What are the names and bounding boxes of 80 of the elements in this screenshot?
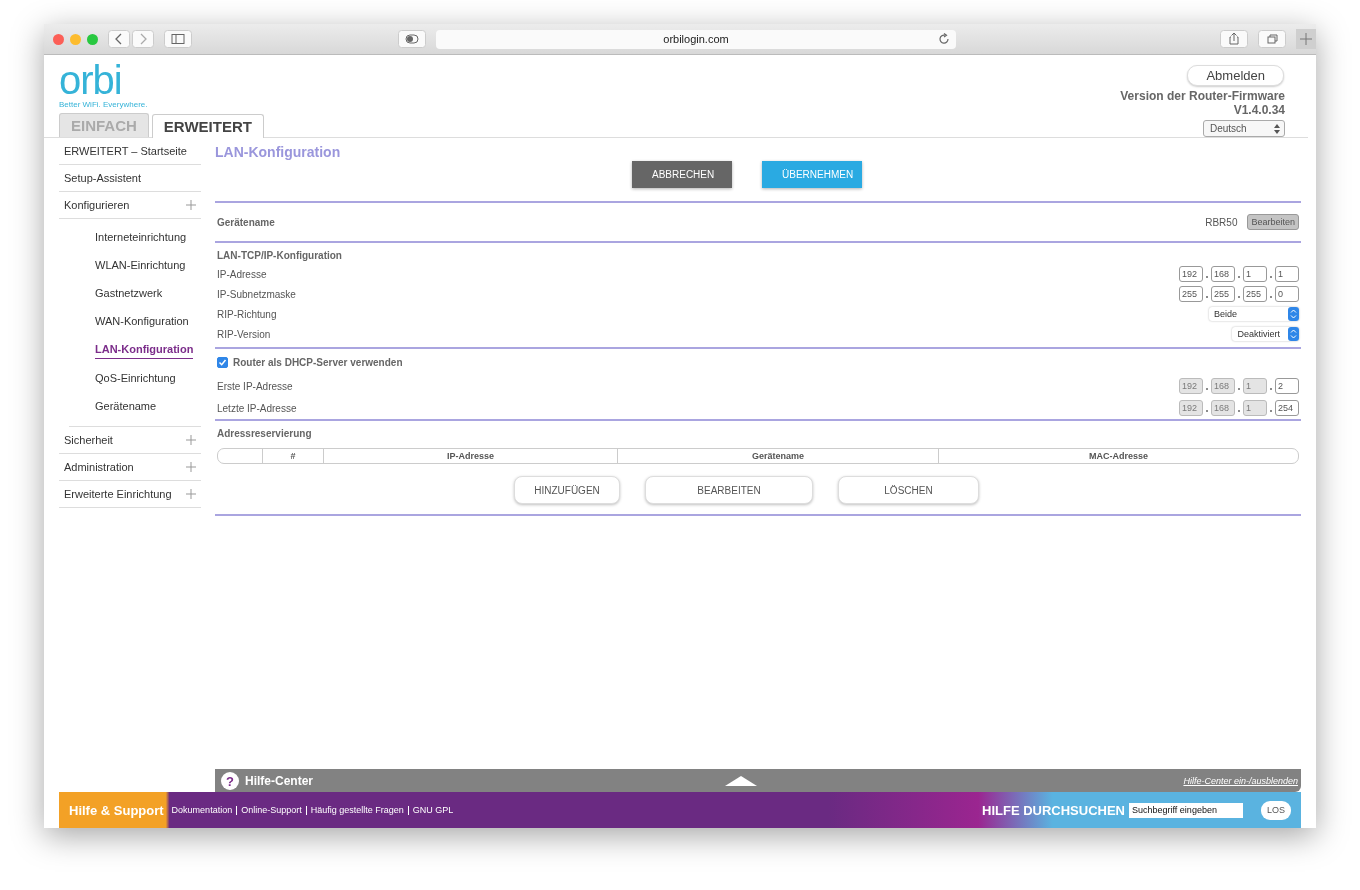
sidebar-subitem[interactable]: LAN-Konfiguration [95,340,194,359]
sidebar-item[interactable]: Konfigurieren [59,192,201,219]
ip-octet-field[interactable]: 254 [1275,400,1299,416]
ip-octet-field[interactable]: 192 [1179,266,1203,282]
search-button[interactable]: LOS [1261,800,1291,820]
close-light-icon[interactable] [53,33,64,45]
table-action-button[interactable]: LÖSCHEN [838,476,979,504]
reload-icon[interactable] [938,32,950,45]
logo: orbi [59,61,123,99]
share-icon[interactable] [1220,30,1248,48]
firmware-label: Version der Router-Firmware [1120,89,1285,103]
sidebar-subitem[interactable]: Interneteinrichtung [95,223,187,251]
ip-octet-field[interactable]: 255 [1211,286,1235,302]
address-bar[interactable]: orbilogin.com [436,29,956,49]
ip-octet-field[interactable]: 255 [1179,286,1203,302]
section-label: Gerätename [217,216,275,228]
sidebar-subitem[interactable]: Gerätename [95,392,157,420]
column-header: # [262,449,323,463]
footer-link[interactable]: GNU GPL [412,805,454,815]
ip-octet-field[interactable]: 1 [1243,266,1267,282]
ip-octet-field[interactable]: 2 [1275,378,1299,394]
firmware-version: V1.4.0.34 [1233,103,1285,117]
device-name-value: RBR50 [1205,216,1238,228]
logo-tagline: Better WiFi. Everywhere. [59,100,149,109]
footer-title: Hilfe & Support [69,802,164,818]
sidebar-icon[interactable] [164,30,192,48]
sidebar-subitem[interactable]: WAN-Konfiguration [95,307,189,335]
checkbox[interactable] [217,356,228,368]
field-label: RIP-Richtung [217,308,277,320]
expand-arrow-icon[interactable] [725,776,757,786]
sidebar-subitem[interactable]: Gastnetzwerk [95,279,163,307]
table-action-button[interactable]: BEARBEITEN [645,476,813,504]
page-title: LAN-Konfiguration [215,143,342,160]
updown-icon [1288,307,1299,321]
help-icon: ? [221,771,239,790]
new-tab-icon[interactable] [1296,29,1316,49]
checkbox-label: Router als DHCP-Server verwenden [233,356,403,368]
field-label: IP-Adresse [217,268,267,280]
field-label: RIP-Version [217,328,271,340]
language-select[interactable]: Deutsch [1203,120,1285,137]
mode-tab[interactable]: ERWEITERT [151,114,264,138]
sidebar-subitem[interactable]: WLAN-Einrichtung [95,251,186,279]
help-toggle-link[interactable]: Hilfe-Center ein-/ausblenden [1183,775,1298,786]
field-label: Letzte IP-Adresse [217,402,297,414]
footer-link[interactable]: Online-Support [241,805,302,815]
footer-link[interactable]: Dokumentation [171,805,233,815]
toggle-icon[interactable] [398,30,426,48]
field-label: IP-Subnetzmaske [217,288,296,300]
ip-octet-field[interactable]: 168 [1211,266,1235,282]
table-action-button[interactable]: HINZUFÜGEN [514,476,620,504]
search-label: HILFE DURCHSUCHEN [982,802,1125,818]
help-center-title: Hilfe-Center [245,773,313,788]
ip-octet-field[interactable]: 1 [1275,266,1299,282]
column-header: IP-Adresse [323,449,617,463]
field-label: Erste IP-Adresse [217,380,293,392]
back-icon[interactable] [108,30,130,48]
section-title: LAN-TCP/IP-Konfiguration [217,249,343,263]
cancel-button[interactable]: ABBRECHEN [632,161,732,188]
footer-link[interactable]: Häufig gestellte Fragen [310,805,404,815]
column-header: MAC-Adresse [938,449,1298,463]
url-text: orbilogin.com [663,33,729,45]
zoom-light-icon[interactable] [87,33,98,45]
section-title: Adressreservierung [217,427,313,441]
sidebar-subitem[interactable]: QoS-Einrichtung [95,364,176,392]
ip-octet-field[interactable]: 0 [1275,286,1299,302]
updown-icon [1274,123,1280,134]
sidebar-item[interactable]: ERWEITERT – Startseite [59,138,201,165]
dropdown[interactable]: Beide [1209,307,1299,321]
sidebar-item[interactable]: Setup-Assistent [59,165,201,192]
logout-button[interactable]: Abmelden [1187,65,1284,86]
updown-icon [1288,327,1299,341]
search-field[interactable]: Suchbegriff eingeben [1129,802,1243,818]
edit-button[interactable]: Bearbeiten [1247,214,1299,230]
column-header: Gerätename [617,449,938,463]
sidebar-item[interactable]: Sicherheit [59,427,201,454]
sidebar-item[interactable]: Erweiterte Einrichtung [59,481,201,508]
tabs-icon[interactable] [1258,30,1286,48]
ip-octet-field[interactable]: 255 [1243,286,1267,302]
sidebar-item[interactable]: Administration [59,454,201,481]
dropdown[interactable]: Deaktiviert [1232,327,1299,341]
